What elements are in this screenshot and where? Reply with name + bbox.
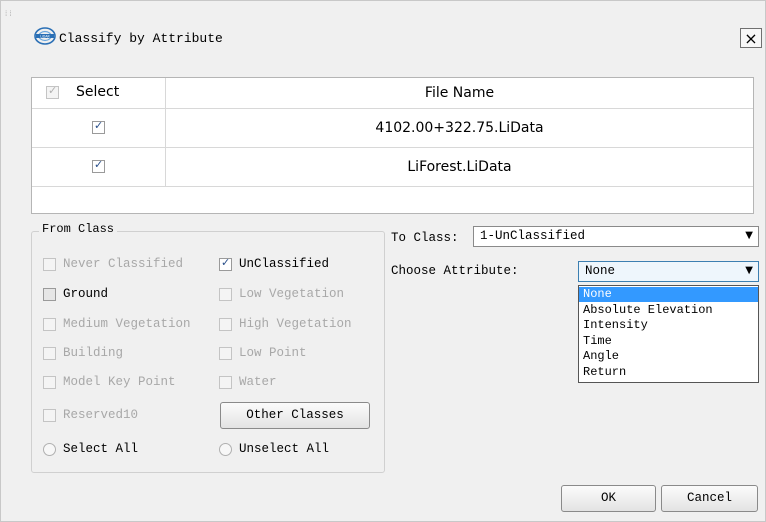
low-point-checkbox[interactable]	[219, 347, 232, 360]
select-all-header-checkbox[interactable]	[46, 84, 59, 99]
table-row[interactable]: 4102.00+322.75.LiData	[32, 109, 753, 148]
select-all-radio[interactable]	[43, 443, 56, 456]
reserved10-checkbox[interactable]	[43, 409, 56, 422]
file-name-header: File Name	[424, 85, 495, 101]
high-vegetation-label: High Vegetation	[239, 317, 352, 331]
attribute-option[interactable]: Angle	[579, 349, 758, 364]
select-header-label: Select	[76, 84, 120, 100]
title-bar[interactable]: LiDAR Classify by Attribute ×	[1, 1, 765, 48]
unclassified-label: UnClassified	[239, 257, 330, 271]
high-vegetation-checkbox[interactable]	[219, 318, 232, 331]
select-all-label: Select All	[63, 442, 139, 456]
table-header: Select File Name	[32, 78, 753, 109]
lidar-logo-icon: LiDAR	[34, 27, 56, 45]
close-button[interactable]: ×	[740, 28, 762, 48]
attribute-option[interactable]: Absolute Elevation	[579, 303, 758, 318]
file-name-cell: LiForest.LiData	[407, 159, 512, 175]
water-checkbox[interactable]	[219, 376, 232, 389]
building-label: Building	[63, 346, 124, 360]
reserved10-label: Reserved10	[63, 408, 139, 422]
model-key-point-checkbox[interactable]	[43, 376, 56, 389]
unselect-all-label: Unselect All	[239, 442, 330, 456]
model-key-point-label: Model Key Point	[63, 375, 176, 389]
to-class-select[interactable]: 1-UnClassified ▼	[473, 226, 759, 247]
attribute-value: None	[585, 264, 616, 278]
attribute-dropdown-list: None Absolute Elevation Intensity Time A…	[578, 285, 759, 383]
medium-vegetation-checkbox[interactable]	[43, 318, 56, 331]
other-classes-button[interactable]: Other Classes	[220, 402, 370, 429]
attribute-option[interactable]: Intensity	[579, 318, 758, 333]
ground-checkbox[interactable]	[43, 288, 56, 301]
file-name-cell: 4102.00+322.75.LiData	[375, 120, 544, 136]
row-checkbox[interactable]	[92, 158, 105, 173]
attribute-option[interactable]: Time	[579, 334, 758, 349]
chevron-down-icon: ▼	[745, 230, 753, 241]
choose-attribute-label: Choose Attribute:	[391, 264, 519, 278]
attribute-option[interactable]: Return	[579, 365, 758, 380]
ok-button[interactable]: OK	[561, 485, 656, 512]
to-class-value: 1-UnClassified	[480, 229, 586, 243]
from-class-label: From Class	[39, 222, 118, 236]
to-class-label: To Class:	[391, 231, 459, 245]
attribute-select[interactable]: None ▼	[578, 261, 759, 282]
dialog-title: Classify by Attribute	[59, 31, 223, 46]
unselect-all-radio[interactable]	[219, 443, 232, 456]
attribute-option[interactable]: None	[579, 287, 758, 302]
table-row[interactable]: LiForest.LiData	[32, 148, 753, 187]
row-select-cell	[32, 109, 166, 147]
row-checkbox[interactable]	[92, 119, 105, 134]
svg-text:LiDAR: LiDAR	[40, 34, 50, 38]
chevron-down-icon: ▼	[745, 265, 753, 276]
row-select-cell	[32, 148, 166, 186]
low-vegetation-label: Low Vegetation	[239, 287, 345, 301]
building-checkbox[interactable]	[43, 347, 56, 360]
file-table: Select File Name 4102.00+322.75.LiData L…	[31, 77, 754, 214]
low-vegetation-checkbox[interactable]	[219, 288, 232, 301]
ground-label: Ground	[63, 287, 109, 301]
water-label: Water	[239, 375, 277, 389]
medium-vegetation-label: Medium Vegetation	[63, 317, 191, 331]
select-column-header[interactable]: Select	[32, 78, 166, 108]
never-classified-checkbox[interactable]	[43, 258, 56, 271]
cancel-button[interactable]: Cancel	[661, 485, 758, 512]
low-point-label: Low Point	[239, 346, 307, 360]
never-classified-label: Never Classified	[63, 257, 184, 271]
classify-dialog: ⁞⁞ LiDAR Classify by Attribute × Select …	[0, 0, 766, 522]
unclassified-checkbox[interactable]	[219, 256, 232, 271]
